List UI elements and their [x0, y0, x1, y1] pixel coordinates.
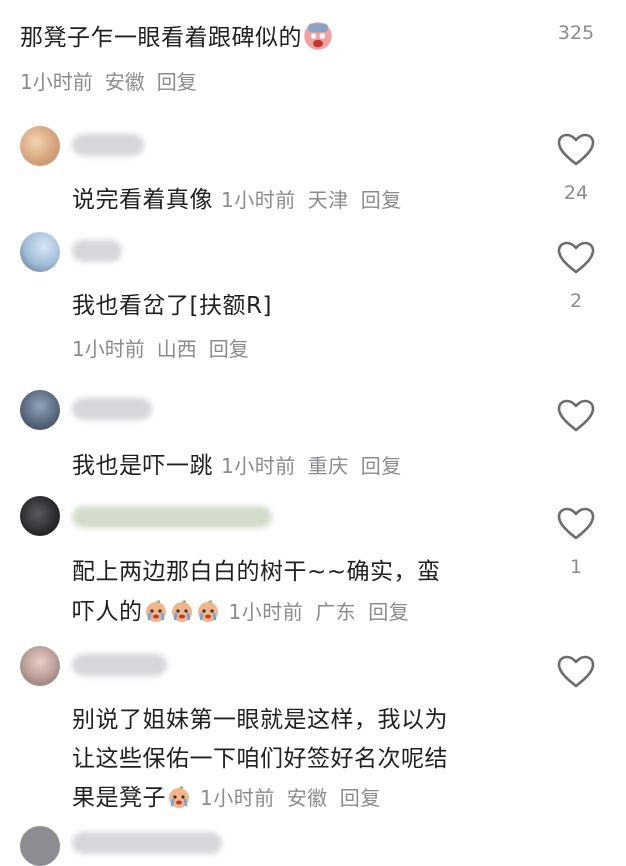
comment-time: 1小时前	[221, 454, 296, 478]
heart-outline-icon[interactable]	[557, 133, 595, 167]
comment-text: 果是凳子 1小时前 安徽 回复	[72, 778, 393, 812]
avatar[interactable]	[20, 126, 60, 166]
crying-face-icon	[169, 786, 189, 808]
reply-button[interactable]: 回复	[368, 600, 409, 624]
avatar[interactable]	[20, 826, 60, 866]
comment-location: 天津	[307, 188, 349, 212]
comment-location: 山西	[156, 337, 197, 361]
comment-text: 让这些保佑一下咱们好签好名次呢结	[72, 746, 448, 772]
avatar[interactable]	[20, 390, 60, 430]
crying-face-icon	[145, 600, 166, 622]
scared-face-icon	[304, 22, 332, 50]
comment-time: 1小时前	[200, 786, 275, 810]
like-count: 2	[569, 290, 583, 312]
comment-time: 1小时前	[72, 337, 145, 361]
like-count: 24	[563, 182, 589, 204]
heart-outline-icon[interactable]	[557, 399, 595, 433]
heart-outline-icon[interactable]	[557, 507, 595, 541]
comment-time: 1小时前	[20, 70, 93, 94]
username[interactable]	[72, 832, 222, 854]
like-count: 325	[557, 22, 595, 44]
comment-location: 安徽	[286, 786, 328, 810]
comment-location: 安徽	[104, 70, 145, 94]
comment-meta: 1小时前 安徽 回复	[200, 786, 393, 810]
avatar[interactable]	[20, 646, 60, 686]
heart-outline-icon[interactable]	[557, 655, 595, 689]
reply-button[interactable]: 回复	[157, 70, 197, 94]
avatar[interactable]	[20, 232, 60, 272]
avatar[interactable]	[20, 496, 60, 536]
crying-face-icon	[197, 600, 218, 622]
username[interactable]	[72, 240, 122, 262]
comment-meta: 1小时前 广东 回复	[229, 600, 422, 624]
comment-meta: 1小时前 重庆 回复	[221, 454, 414, 478]
comment-meta: 1小时前 山西 回复	[72, 333, 261, 362]
comment-text: 配上两边那白白的树干~~确实，蛮	[72, 559, 441, 585]
comment-location: 广东	[315, 600, 357, 624]
username[interactable]	[72, 134, 144, 156]
comment-time: 1小时前	[221, 188, 296, 212]
comment-text: 那凳子乍一眼看着跟碑似的	[20, 18, 334, 52]
username[interactable]	[72, 398, 152, 420]
comment-time: 1小时前	[228, 600, 304, 624]
comment-text: 我也看岔了[扶额R]	[72, 293, 272, 319]
comment-text: 别说了姐妹第一眼就是这样，我以为	[72, 707, 448, 733]
comment-location: 重庆	[307, 454, 349, 478]
reply-button[interactable]: 回复	[209, 337, 249, 361]
comment-text: 吓人的 1小时前 广东 回复	[72, 592, 421, 626]
reply-button[interactable]: 回复	[361, 454, 402, 478]
like-count: 1	[569, 556, 583, 578]
crying-face-icon	[171, 600, 192, 622]
comment-meta: 1小时前 天津 回复	[221, 188, 414, 212]
comment-text: 我也是吓一跳 1小时前 重庆 回复	[72, 446, 414, 480]
reply-button[interactable]: 回复	[361, 188, 402, 212]
heart-outline-icon[interactable]	[557, 241, 595, 275]
username[interactable]	[72, 654, 167, 676]
comment-meta: 1小时前 安徽 回复	[20, 66, 209, 95]
username[interactable]	[72, 506, 272, 528]
reply-button[interactable]: 回复	[340, 786, 381, 810]
comment-text: 说完看着真像 1小时前 天津 回复	[72, 180, 414, 214]
